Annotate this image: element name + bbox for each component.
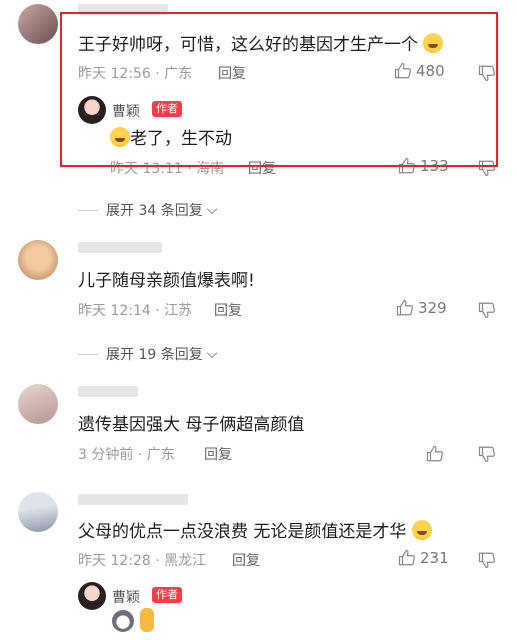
thumbs-up-icon <box>398 549 415 566</box>
hand-gesture-emoji <box>140 608 154 632</box>
comment-text: 父母的优点一点没浪费 无论是颜值还是才华 <box>78 517 432 542</box>
avatar[interactable] <box>18 240 58 280</box>
commenter-name-blurred[interactable] <box>78 494 188 505</box>
avatar[interactable] <box>18 384 58 424</box>
author-avatar[interactable] <box>78 582 106 610</box>
thumbs-up-icon <box>396 299 413 316</box>
comment-text: 遗传基因强大 母子俩超高颜值 <box>78 415 305 435</box>
comment-text: 儿子随母亲颜值爆表啊! <box>78 271 255 291</box>
avatar[interactable] <box>18 4 58 44</box>
like-count: 329 <box>418 299 447 317</box>
reply-button[interactable]: 回复 <box>232 550 260 570</box>
like-button[interactable]: 329 <box>396 299 447 317</box>
thumbs-down-icon[interactable] <box>478 301 496 319</box>
dog-emoji <box>112 610 134 632</box>
like-count: 231 <box>420 549 449 567</box>
comment-time-location: 昨天 12:14 · 江苏 <box>78 303 193 319</box>
expand-replies-button[interactable]: 展开 34 条回复 ⌵ <box>78 200 217 220</box>
comment-time-location: 昨天 12:28 · 黑龙江 <box>78 553 207 569</box>
author-badge: 作者 <box>152 587 182 603</box>
avatar[interactable] <box>18 492 58 532</box>
like-button[interactable]: 231 <box>398 549 449 567</box>
reply-button[interactable]: 回复 <box>214 300 242 320</box>
commenter-name-blurred[interactable] <box>78 242 162 253</box>
highlight-box <box>60 12 498 167</box>
chevron-down-icon: ⌵ <box>206 346 218 362</box>
comment-time-location: 3 分钟前 · 广东 <box>78 447 175 463</box>
commenter-name-blurred[interactable] <box>78 386 138 397</box>
expand-replies-button[interactable]: 展开 19 条回复 ⌵ <box>78 344 217 364</box>
reply-button[interactable]: 回复 <box>204 444 232 464</box>
author-name[interactable]: 曹颖 <box>112 587 140 607</box>
thumbs-up-icon[interactable] <box>426 445 444 463</box>
thumbs-down-icon[interactable] <box>478 551 496 569</box>
thumbs-down-icon[interactable] <box>478 445 496 463</box>
chevron-down-icon: ⌵ <box>206 202 218 218</box>
laughing-emoji <box>411 520 432 540</box>
